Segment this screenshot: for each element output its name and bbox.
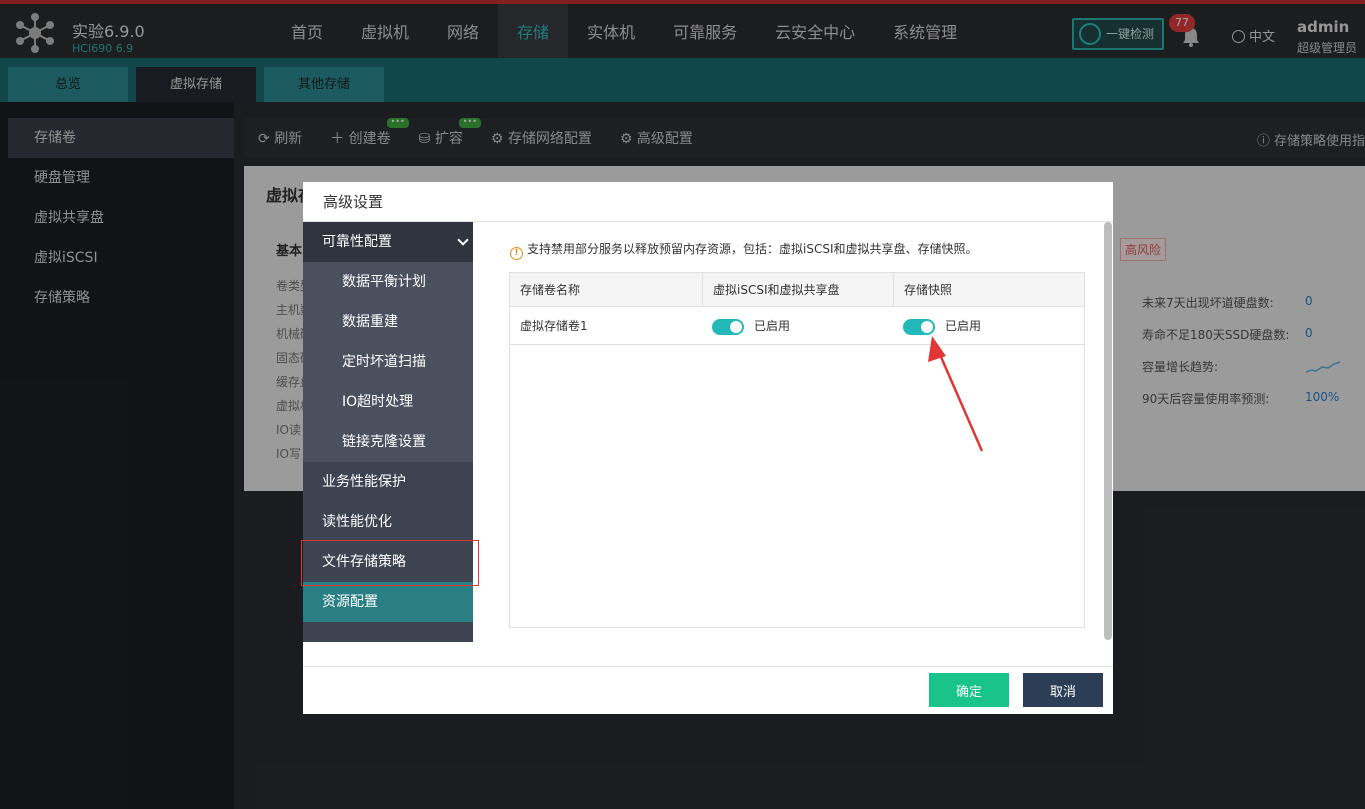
menu-group-reliability[interactable]: 可靠性配置 bbox=[303, 222, 473, 262]
iscsi-toggle[interactable] bbox=[712, 318, 744, 335]
snapshot-cell: 已启用 bbox=[893, 307, 1084, 345]
iscsi-cell: 已启用 bbox=[702, 307, 893, 345]
menu-group-read-optimization[interactable]: 读性能优化 bbox=[303, 502, 473, 542]
iscsi-state: 已启用 bbox=[754, 319, 791, 333]
menu-group-performance-protection[interactable]: 业务性能保护 bbox=[303, 462, 473, 502]
resource-table: 存储卷名称 虚拟iSCSI和虚拟共享盘 存储快照 虚拟存储卷1 已启用 已启用 bbox=[509, 272, 1085, 628]
confirm-button[interactable]: 确定 bbox=[929, 673, 1009, 707]
col-snapshot: 存储快照 bbox=[893, 273, 1084, 307]
snapshot-state: 已启用 bbox=[945, 319, 982, 333]
menu-item-data-rebuild[interactable]: 数据重建 bbox=[303, 302, 473, 342]
table-header: 存储卷名称 虚拟iSCSI和虚拟共享盘 存储快照 bbox=[510, 273, 1084, 307]
notice-text: 支持禁用部分服务以释放预留内存资源，包括：虚拟iSCSI和虚拟共享盘、存储快照。 bbox=[527, 242, 978, 256]
dialog-footer: 确定 取消 bbox=[303, 666, 1113, 714]
col-iscsi: 虚拟iSCSI和虚拟共享盘 bbox=[702, 273, 893, 307]
volume-name-cell: 虚拟存储卷1 bbox=[520, 319, 588, 333]
chevron-down-icon bbox=[457, 234, 469, 246]
menu-item-io-timeout[interactable]: IO超时处理 bbox=[303, 382, 473, 422]
table-row: 虚拟存储卷1 已启用 已启用 bbox=[510, 307, 1084, 345]
advanced-settings-dialog: 高级设置 可靠性配置 数据平衡计划 数据重建 定时坏道扫描 IO超时处理 链接克… bbox=[301, 182, 1113, 714]
menu-group-resource-config[interactable]: 资源配置 bbox=[303, 582, 473, 622]
resource-notice: ! 支持禁用部分服务以释放预留内存资源，包括：虚拟iSCSI和虚拟共享盘、存储快照… bbox=[510, 240, 978, 260]
snapshot-toggle[interactable] bbox=[903, 318, 935, 335]
menu-item-bad-sector-scan[interactable]: 定时坏道扫描 bbox=[303, 342, 473, 382]
dialog-title: 高级设置 bbox=[303, 182, 1113, 222]
menu-item-linked-clone[interactable]: 链接克隆设置 bbox=[303, 422, 473, 462]
dialog-scrollbar[interactable] bbox=[1104, 222, 1112, 640]
warning-icon: ! bbox=[510, 247, 523, 260]
menu-group-label: 可靠性配置 bbox=[322, 234, 392, 250]
menu-item-data-balance[interactable]: 数据平衡计划 bbox=[303, 262, 473, 302]
menu-group-file-storage-policy[interactable]: 文件存储策略 bbox=[303, 542, 473, 582]
col-volume-name: 存储卷名称 bbox=[520, 283, 581, 297]
settings-menu: 可靠性配置 数据平衡计划 数据重建 定时坏道扫描 IO超时处理 链接克隆设置 业… bbox=[303, 222, 473, 642]
cancel-button[interactable]: 取消 bbox=[1023, 673, 1103, 707]
